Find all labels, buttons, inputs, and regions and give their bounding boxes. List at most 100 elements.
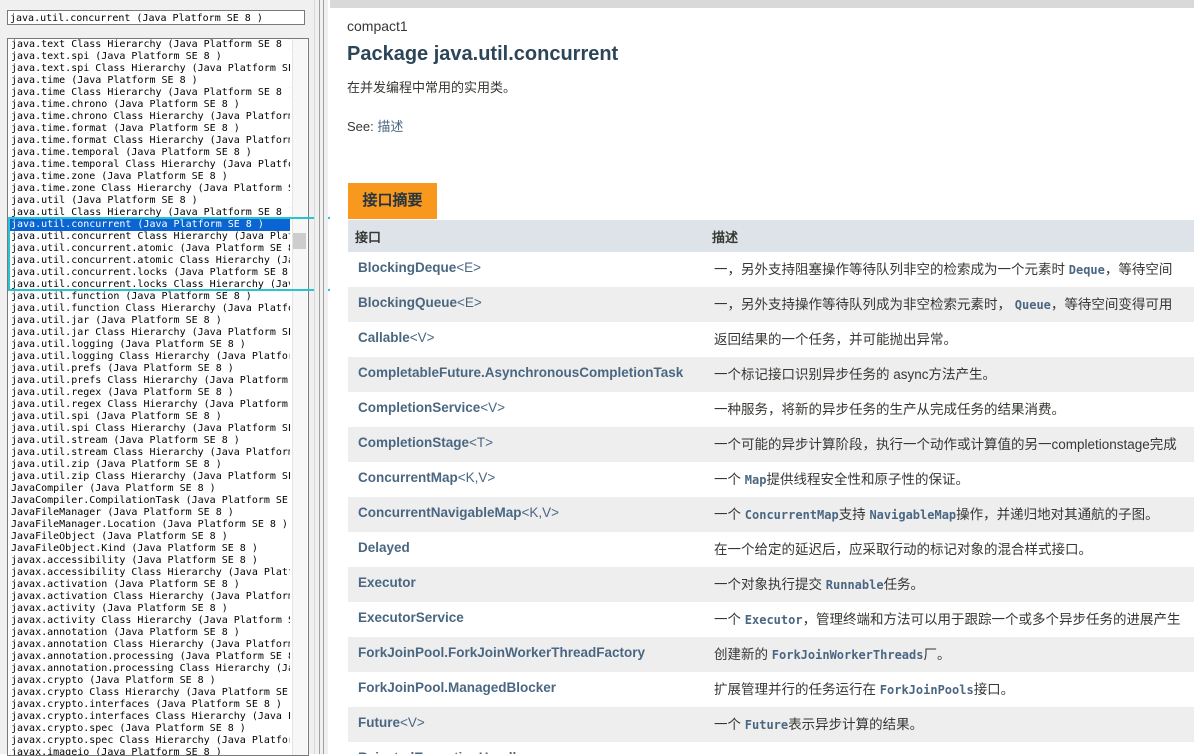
index-list-item[interactable]: java.util.concurrent (Java Platform SE 8… bbox=[8, 219, 290, 231]
index-list-item[interactable]: JavaFileObject.Kind (Java Platform SE 8 … bbox=[8, 543, 290, 555]
index-list-item[interactable]: java.util.prefs Class Hierarchy (Java Pl… bbox=[8, 375, 290, 387]
index-list-item[interactable]: JavaCompiler.CompilationTask (Java Platf… bbox=[8, 495, 290, 507]
code-link[interactable]: NavigableMap bbox=[869, 508, 956, 522]
interface-link[interactable]: ConcurrentNavigableMap<K,V> bbox=[358, 497, 559, 529]
code-link[interactable]: ForkJoinPools bbox=[880, 683, 974, 697]
index-list-item[interactable]: java.time.temporal (Java Platform SE 8 ) bbox=[8, 147, 290, 159]
index-list-item[interactable]: javax.annotation.processing Class Hierar… bbox=[8, 663, 290, 675]
interface-name: RejectedExecutionHandler bbox=[358, 750, 529, 754]
code-link[interactable]: Runnable bbox=[826, 578, 884, 592]
index-search-input[interactable]: java.util.concurrent (Java Platform SE 8… bbox=[7, 10, 305, 25]
index-list-item[interactable]: java.util.zip Class Hierarchy (Java Plat… bbox=[8, 471, 290, 483]
code-link[interactable]: Queue bbox=[1015, 298, 1051, 312]
index-list-item[interactable]: java.util.concurrent.atomic (Java Platfo… bbox=[8, 243, 290, 255]
index-list-item[interactable]: java.time (Java Platform SE 8 ) bbox=[8, 75, 290, 87]
index-scrollbar[interactable] bbox=[292, 39, 307, 755]
description-text: 一个 bbox=[714, 472, 745, 487]
index-list-item[interactable]: java.util.spi Class Hierarchy (Java Plat… bbox=[8, 423, 290, 435]
interface-link[interactable]: ConcurrentMap<K,V> bbox=[358, 462, 495, 494]
index-list-item[interactable]: java.util.logging Class Hierarchy (Java … bbox=[8, 351, 290, 363]
index-list-item[interactable]: JavaFileManager.Location (Java Platform … bbox=[8, 519, 290, 531]
description-text: 任务。 bbox=[883, 577, 925, 592]
index-list-item[interactable]: javax.crypto Class Hierarchy (Java Platf… bbox=[8, 687, 290, 699]
code-link[interactable]: ConcurrentMap bbox=[745, 508, 839, 522]
code-link[interactable]: ForkJoinWorkerThreads bbox=[772, 648, 924, 662]
index-list-item[interactable]: javax.activity (Java Platform SE 8 ) bbox=[8, 603, 290, 615]
index-list-item[interactable]: java.util.jar (Java Platform SE 8 ) bbox=[8, 315, 290, 327]
index-list-item[interactable]: java.util.jar Class Hierarchy (Java Plat… bbox=[8, 327, 290, 339]
index-list-item[interactable]: java.time.zone Class Hierarchy (Java Pla… bbox=[8, 183, 290, 195]
index-list-item[interactable]: javax.crypto (Java Platform SE 8 ) bbox=[8, 675, 290, 687]
index-list-item[interactable]: java.util.stream Class Hierarchy (Java P… bbox=[8, 447, 290, 459]
interface-link[interactable]: BlockingQueue<E> bbox=[358, 287, 482, 319]
index-list-item[interactable]: java.time.temporal Class Hierarchy (Java… bbox=[8, 159, 290, 171]
interface-link[interactable]: BlockingDeque<E> bbox=[358, 252, 481, 284]
interface-link[interactable]: Future<V> bbox=[358, 707, 425, 739]
index-list-item[interactable]: javax.crypto.spec Class Hierarchy (Java … bbox=[8, 735, 290, 747]
index-list-item[interactable]: java.util.concurrent Class Hierarchy (Ja… bbox=[8, 231, 290, 243]
interface-link[interactable]: CompletionService<V> bbox=[358, 392, 505, 424]
index-list-item[interactable]: java.util.logging (Java Platform SE 8 ) bbox=[8, 339, 290, 351]
index-list-item[interactable]: javax.activation Class Hierarchy (Java P… bbox=[8, 591, 290, 603]
index-list-item[interactable]: java.util.function (Java Platform SE 8 ) bbox=[8, 291, 290, 303]
index-list-item[interactable]: java.text Class Hierarchy (Java Platform… bbox=[8, 39, 290, 51]
index-list-item[interactable]: java.time.format (Java Platform SE 8 ) bbox=[8, 123, 290, 135]
index-list-item[interactable]: JavaCompiler (Java Platform SE 8 ) bbox=[8, 483, 290, 495]
type-parameter: <V> bbox=[480, 400, 506, 415]
index-list-item[interactable]: javax.activation (Java Platform SE 8 ) bbox=[8, 579, 290, 591]
pane-splitter[interactable] bbox=[314, 0, 328, 754]
index-list-item[interactable]: JavaFileObject (Java Platform SE 8 ) bbox=[8, 531, 290, 543]
description-text: 一，另外支持操作等待队列成为非空检索元素时， bbox=[714, 297, 1015, 312]
interface-link[interactable]: ForkJoinPool.ManagedBlocker bbox=[358, 672, 556, 704]
interface-link[interactable]: Delayed bbox=[358, 532, 410, 564]
index-list-item[interactable]: javax.annotation.processing (Java Platfo… bbox=[8, 651, 290, 663]
index-list-item[interactable]: java.text.spi Class Hierarchy (Java Plat… bbox=[8, 63, 290, 75]
interface-link[interactable]: ExecutorService bbox=[358, 602, 464, 634]
index-list-item[interactable]: java.util.regex (Java Platform SE 8 ) bbox=[8, 387, 290, 399]
index-list-item[interactable]: java.time.format Class Hierarchy (Java P… bbox=[8, 135, 290, 147]
index-list-item[interactable]: java.time.chrono (Java Platform SE 8 ) bbox=[8, 99, 290, 111]
index-list-item[interactable]: javax.accessibility (Java Platform SE 8 … bbox=[8, 555, 290, 567]
index-list-item[interactable]: java.time.chrono Class Hierarchy (Java P… bbox=[8, 111, 290, 123]
index-list-item[interactable]: JavaFileManager (Java Platform SE 8 ) bbox=[8, 507, 290, 519]
index-list-item[interactable]: java.util.spi (Java Platform SE 8 ) bbox=[8, 411, 290, 423]
table-row: ExecutorService 一个 Executor，管理终端和方法可以用于跟踪… bbox=[348, 602, 1194, 637]
index-list-item[interactable]: javax.annotation (Java Platform SE 8 ) bbox=[8, 627, 290, 639]
index-list-item[interactable]: java.text.spi (Java Platform SE 8 ) bbox=[8, 51, 290, 63]
code-link[interactable]: Map bbox=[745, 473, 767, 487]
interface-link[interactable]: RejectedExecutionHandler bbox=[358, 742, 529, 754]
index-list-item[interactable]: java.util.concurrent.atomic Class Hierar… bbox=[8, 255, 290, 267]
index-list-item[interactable]: java.util.concurrent.locks (Java Platfor… bbox=[8, 267, 290, 279]
index-list-item[interactable]: java.time.zone (Java Platform SE 8 ) bbox=[8, 171, 290, 183]
index-list-item[interactable]: javax.imageio (Java Platform SE 8 ) bbox=[8, 747, 290, 755]
index-list-item[interactable]: java.util.concurrent.locks Class Hierarc… bbox=[8, 279, 290, 291]
interface-link[interactable]: Executor bbox=[358, 567, 416, 599]
description-text: ，等待空间变得可用 bbox=[1050, 297, 1173, 312]
index-list-item[interactable]: java.util.stream (Java Platform SE 8 ) bbox=[8, 435, 290, 447]
index-list-item[interactable]: javax.crypto.interfaces (Java Platform S… bbox=[8, 699, 290, 711]
index-list-item[interactable]: java.util.zip (Java Platform SE 8 ) bbox=[8, 459, 290, 471]
interface-link[interactable]: CompletableFuture.AsynchronousCompletion… bbox=[358, 357, 683, 389]
interface-link[interactable]: CompletionStage<T> bbox=[358, 427, 493, 459]
index-list-item[interactable]: javax.crypto.interfaces Class Hierarchy … bbox=[8, 711, 290, 723]
code-link[interactable]: Executor bbox=[745, 613, 803, 627]
index-list-item[interactable]: java.time Class Hierarchy (Java Platform… bbox=[8, 87, 290, 99]
index-list-item[interactable]: java.util.function Class Hierarchy (Java… bbox=[8, 303, 290, 315]
code-link[interactable]: Deque bbox=[1069, 263, 1105, 277]
index-list-item[interactable]: java.util (Java Platform SE 8 ) bbox=[8, 195, 290, 207]
see-description-link[interactable]: 描述 bbox=[377, 119, 403, 134]
index-list-item[interactable]: javax.activity Class Hierarchy (Java Pla… bbox=[8, 615, 290, 627]
index-list-item[interactable]: javax.crypto.spec (Java Platform SE 8 ) bbox=[8, 723, 290, 735]
interface-link[interactable]: ForkJoinPool.ForkJoinWorkerThreadFactory bbox=[358, 637, 645, 669]
index-list-item[interactable]: java.util.regex Class Hierarchy (Java Pl… bbox=[8, 399, 290, 411]
code-link[interactable]: Future bbox=[745, 718, 788, 732]
index-listbox[interactable]: java.text Class Hierarchy (Java Platform… bbox=[7, 38, 309, 756]
interface-name: Callable bbox=[358, 330, 410, 345]
index-list-item[interactable]: javax.accessibility Class Hierarchy (Jav… bbox=[8, 567, 290, 579]
index-list-item[interactable]: java.util.prefs (Java Platform SE 8 ) bbox=[8, 363, 290, 375]
index-scrollbar-thumb[interactable] bbox=[293, 233, 306, 249]
index-list-item[interactable]: javax.annotation Class Hierarchy (Java P… bbox=[8, 639, 290, 651]
interface-name: ConcurrentMap bbox=[358, 470, 458, 485]
interface-link[interactable]: Callable<V> bbox=[358, 322, 435, 354]
index-list-item[interactable]: java.util Class Hierarchy (Java Platform… bbox=[8, 207, 290, 219]
